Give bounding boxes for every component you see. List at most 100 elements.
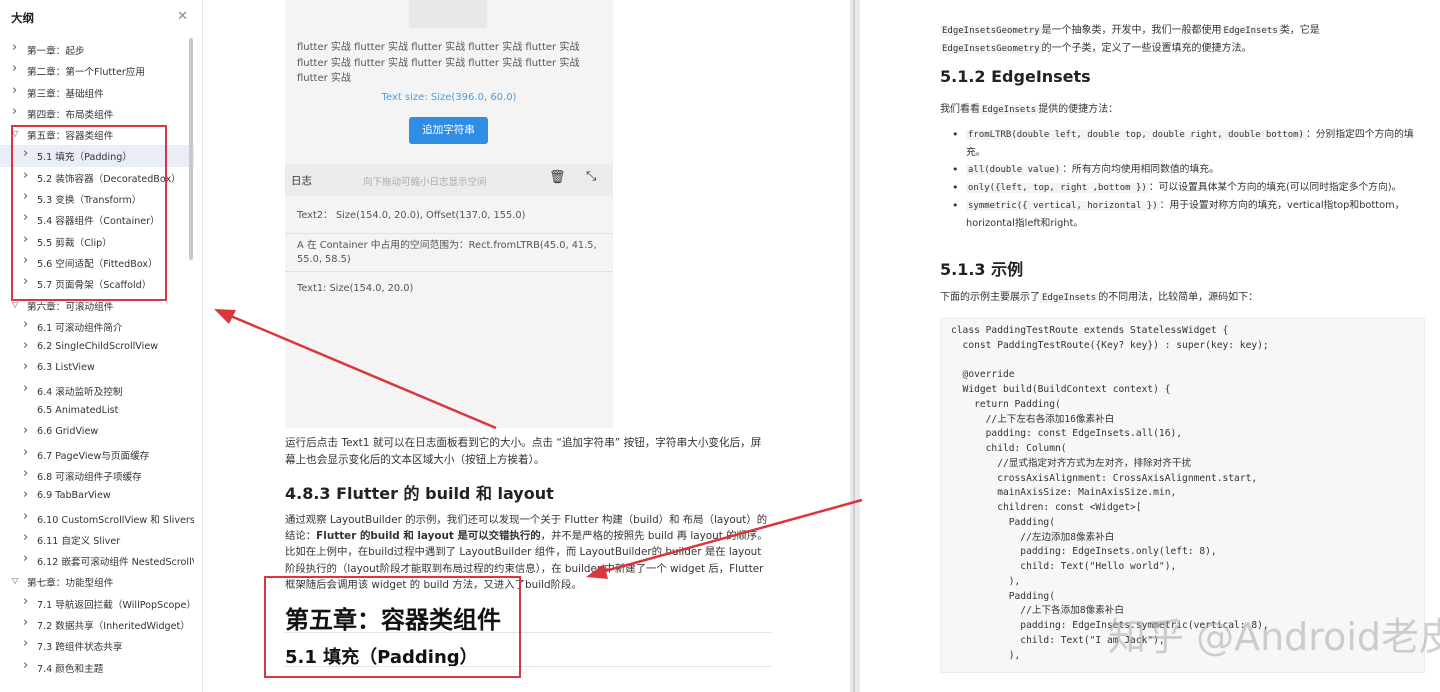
outline-sidebar: 大纲 ✕ › 第一章：起步 › 第二章：第一个Flutter应用 › 第三章：基础组件 › 第… bbox=[0, 0, 203, 692]
demo-image-placeholder bbox=[409, 0, 487, 28]
sidebar-item[interactable]: › 6.11 自定义 Sliver bbox=[0, 529, 194, 550]
sidebar-item-label: 第一章：起步 bbox=[27, 46, 85, 57]
sidebar-item[interactable]: › 第二章：第一个Flutter应用 bbox=[0, 60, 194, 81]
close-icon[interactable]: ✕ bbox=[177, 9, 188, 24]
chevron-right-icon[interactable]: › bbox=[12, 104, 21, 119]
sidebar-item-label: 6.2 SingleChildScrollView bbox=[37, 341, 159, 353]
sidebar-item-label: 第三章：基础组件 bbox=[27, 88, 104, 100]
inline-code: only({left, top, right ,bottom }) bbox=[966, 183, 1149, 193]
sidebar-item[interactable]: › 6.6 GridView bbox=[0, 422, 194, 443]
inline-code: EdgeInsets bbox=[1221, 26, 1280, 36]
paragraph: 运行后点击 Text1 就可以在日志面板看到它的大小。点击 “追加字符串” 按钮… bbox=[285, 437, 762, 466]
sidebar-title: 大纲 bbox=[11, 11, 34, 25]
sidebar-item[interactable]: › 6.3 ListView bbox=[0, 358, 194, 379]
sidebar-item[interactable]: › 6.1 可滚动组件简介 bbox=[0, 316, 194, 337]
section-heading: 5.1.2 EdgeInsets bbox=[940, 67, 1091, 86]
chevron-right-icon[interactable]: › bbox=[12, 40, 21, 55]
trash-icon[interactable]: 🗑 bbox=[549, 170, 566, 185]
sidebar-item[interactable]: › 第三章：基础组件 bbox=[0, 82, 194, 103]
demo-text-size: Text size: Size(396.0, 60.0) bbox=[381, 92, 517, 103]
chevron-right-icon[interactable]: › bbox=[23, 381, 32, 396]
list-item: symmetric({ vertical, horizontal })：用于设置… bbox=[940, 197, 1426, 232]
demo-text-sample: flutter 实战 flutter 实战 flutter 实战 flutter… bbox=[297, 42, 580, 84]
chevron-right-icon[interactable]: › bbox=[23, 423, 32, 438]
chevron-right-icon[interactable]: › bbox=[23, 445, 32, 460]
inline-code: all(double value) bbox=[966, 165, 1063, 175]
sidebar-item[interactable]: › 7.2 数据共享（InheritedWidget） bbox=[0, 614, 194, 635]
log-line: Text1: Size(154.0, 20.0) bbox=[297, 283, 414, 294]
inline-code: EdgeInsetsGeometry bbox=[940, 26, 1042, 36]
chevron-right-icon[interactable]: › bbox=[23, 530, 32, 545]
paragraph-text: 类，它是 bbox=[1279, 25, 1320, 36]
sidebar-item[interactable]: › 7.1 导航返回拦截（WillPopScope） bbox=[0, 593, 194, 614]
chevron-right-icon[interactable]: › bbox=[23, 317, 32, 332]
page-gap bbox=[850, 0, 860, 692]
log-line: Text2： Size(154.0, 20.0), Offset(137.0, … bbox=[297, 210, 526, 221]
list-item: fromLTRB(double left, double top, double… bbox=[940, 126, 1426, 161]
sidebar-item-label: 7.2 数据共享（InheritedWidget） bbox=[37, 621, 190, 633]
sidebar-item-label: 6.4 滚动监听及控制 bbox=[37, 386, 123, 398]
sidebar-item-label: 第七章：功能型组件 bbox=[27, 578, 114, 590]
list-item-text: ：可以设置具体某个方向的填充(可以同时指定多个方向)。 bbox=[1148, 182, 1402, 193]
sidebar-item-label: 6.12 嵌套可滚动组件 NestedScrollView bbox=[37, 557, 194, 569]
sidebar-item-label: 7.4 颜色和主题 bbox=[37, 663, 104, 675]
log-divider bbox=[285, 271, 613, 272]
sidebar-item[interactable]: › 第四章：布局类组件 bbox=[0, 103, 194, 124]
sidebar-item-label: 7.3 跨组件状态共享 bbox=[37, 642, 123, 654]
method-list: fromLTRB(double left, double top, double… bbox=[940, 126, 1426, 232]
inline-code: EdgeInsets bbox=[1040, 293, 1099, 303]
sidebar-item[interactable]: › 6.2 SingleChildScrollView bbox=[0, 337, 194, 358]
sidebar-item-label: 6.1 可滚动组件简介 bbox=[37, 322, 123, 334]
sidebar-item[interactable]: › 6.9 TabBarView bbox=[0, 486, 194, 507]
sidebar-item-label: 6.6 GridView bbox=[37, 426, 99, 438]
inline-code: EdgeInsets bbox=[980, 105, 1039, 115]
sidebar-item-label: 6.3 ListView bbox=[37, 362, 95, 374]
sidebar-item-label: 6.10 CustomScrollView 和 Slivers bbox=[37, 514, 194, 526]
sidebar-item[interactable]: › 第一章：起步 bbox=[0, 39, 194, 60]
annotation-box-title bbox=[264, 576, 521, 678]
inline-code: fromLTRB(double left, double top, double… bbox=[966, 130, 1306, 140]
chevron-right-icon[interactable]: › bbox=[23, 658, 32, 673]
chevron-down-icon[interactable]: ▽ bbox=[12, 576, 21, 585]
paragraph-text: 我们看看 bbox=[940, 104, 980, 115]
sidebar-item-label: 6.7 PageView与页面缓存 bbox=[37, 450, 150, 462]
chevron-right-icon[interactable]: › bbox=[23, 636, 32, 651]
log-panel-header: 日志 向下拖动可缩小日志显示空间 🗑 ⤡ bbox=[285, 164, 613, 196]
page-divider bbox=[853, 0, 855, 692]
append-string-button[interactable]: 追加字符串 bbox=[409, 117, 488, 144]
log-title: 日志 bbox=[291, 175, 312, 187]
sidebar-item[interactable]: › 6.8 可滚动组件子项缓存 bbox=[0, 465, 194, 486]
chevron-right-icon[interactable]: › bbox=[23, 487, 32, 502]
sidebar-item-label: 6.9 TabBarView bbox=[37, 490, 111, 502]
sidebar-scrollbar[interactable] bbox=[189, 38, 193, 260]
chevron-right-icon[interactable]: › bbox=[23, 359, 32, 374]
chevron-right-icon[interactable]: › bbox=[23, 615, 32, 630]
chevron-right-icon[interactable]: › bbox=[23, 594, 32, 609]
paragraph-text: 的一个子类，定义了一些设置填充的便捷方法。 bbox=[1041, 43, 1252, 54]
paragraph-text: 下面的示例主要展示了 bbox=[940, 292, 1040, 303]
chevron-right-icon[interactable]: › bbox=[12, 83, 21, 98]
chevron-right-icon[interactable]: › bbox=[23, 509, 32, 524]
phone-demo-screenshot: flutter 实战 flutter 实战 flutter 实战 flutter… bbox=[285, 0, 613, 428]
watermark: 知乎 @Android老皮 bbox=[1108, 615, 1440, 659]
section-heading: 4.8.3 Flutter 的 build 和 layout bbox=[285, 484, 554, 503]
collapse-icon[interactable]: ⤡ bbox=[586, 169, 596, 184]
sidebar-item[interactable]: ▽ 第七章：功能型组件 bbox=[0, 571, 194, 592]
sidebar-item[interactable]: › 7.3 跨组件状态共享 bbox=[0, 635, 194, 656]
sidebar-item[interactable]: › 7.4 颜色和主题 bbox=[0, 657, 194, 678]
chevron-right-icon[interactable]: › bbox=[23, 551, 32, 566]
sidebar-item-label: 第四章：布局类组件 bbox=[27, 109, 114, 121]
sidebar-item[interactable]: › 6.12 嵌套可滚动组件 NestedScrollView bbox=[0, 550, 194, 571]
log-divider bbox=[285, 233, 613, 234]
intro-paragraph: EdgeInsetsGeometry 是一个抽象类，开发中，我们一般都使用 Edge… bbox=[940, 22, 1420, 58]
chevron-right-icon[interactable]: › bbox=[23, 338, 32, 353]
list-item: all(double value)：所有方向均使用相同数值的填充。 bbox=[940, 161, 1426, 179]
chevron-right-icon[interactable]: › bbox=[12, 61, 21, 76]
sidebar-item[interactable]: › 6.7 PageView与页面缓存 bbox=[0, 444, 194, 465]
list-item: only({left, top, right ,bottom })：可以设置具体… bbox=[940, 179, 1426, 197]
sidebar-item[interactable]: 6.5 AnimatedList bbox=[0, 401, 194, 422]
sidebar-item[interactable]: › 6.10 CustomScrollView 和 Slivers bbox=[0, 508, 194, 529]
sidebar-item-label: 6.5 AnimatedList bbox=[37, 405, 119, 417]
chevron-right-icon[interactable]: › bbox=[23, 466, 32, 481]
sidebar-item[interactable]: › 6.4 滚动监听及控制 bbox=[0, 380, 194, 401]
